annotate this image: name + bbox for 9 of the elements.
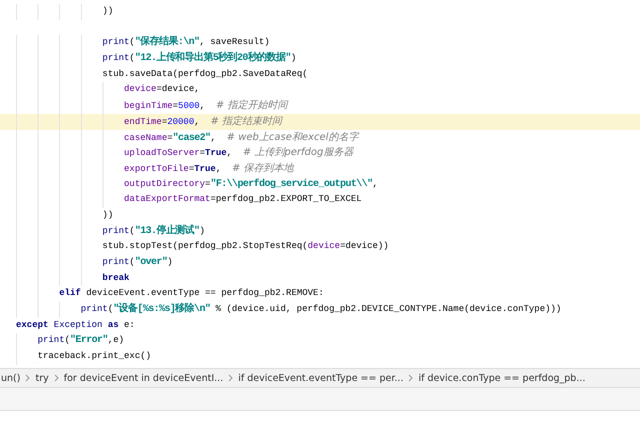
- chevron-right-icon: [25, 374, 30, 382]
- chevron-right-icon: [54, 374, 59, 382]
- breadcrumb-item[interactable]: if device.conType == perfdog_pb...: [418, 372, 586, 384]
- chevron-right-icon: [408, 374, 414, 382]
- chevron-right-icon: [228, 374, 234, 382]
- breadcrumb-item[interactable]: un(): [1, 372, 20, 384]
- breadcrumb-item[interactable]: try: [35, 372, 49, 384]
- breadcrumb-item[interactable]: if deviceEvent.eventType == per...: [238, 372, 404, 384]
- breadcrumb-item[interactable]: for deviceEvent in deviceEventI...: [64, 372, 224, 384]
